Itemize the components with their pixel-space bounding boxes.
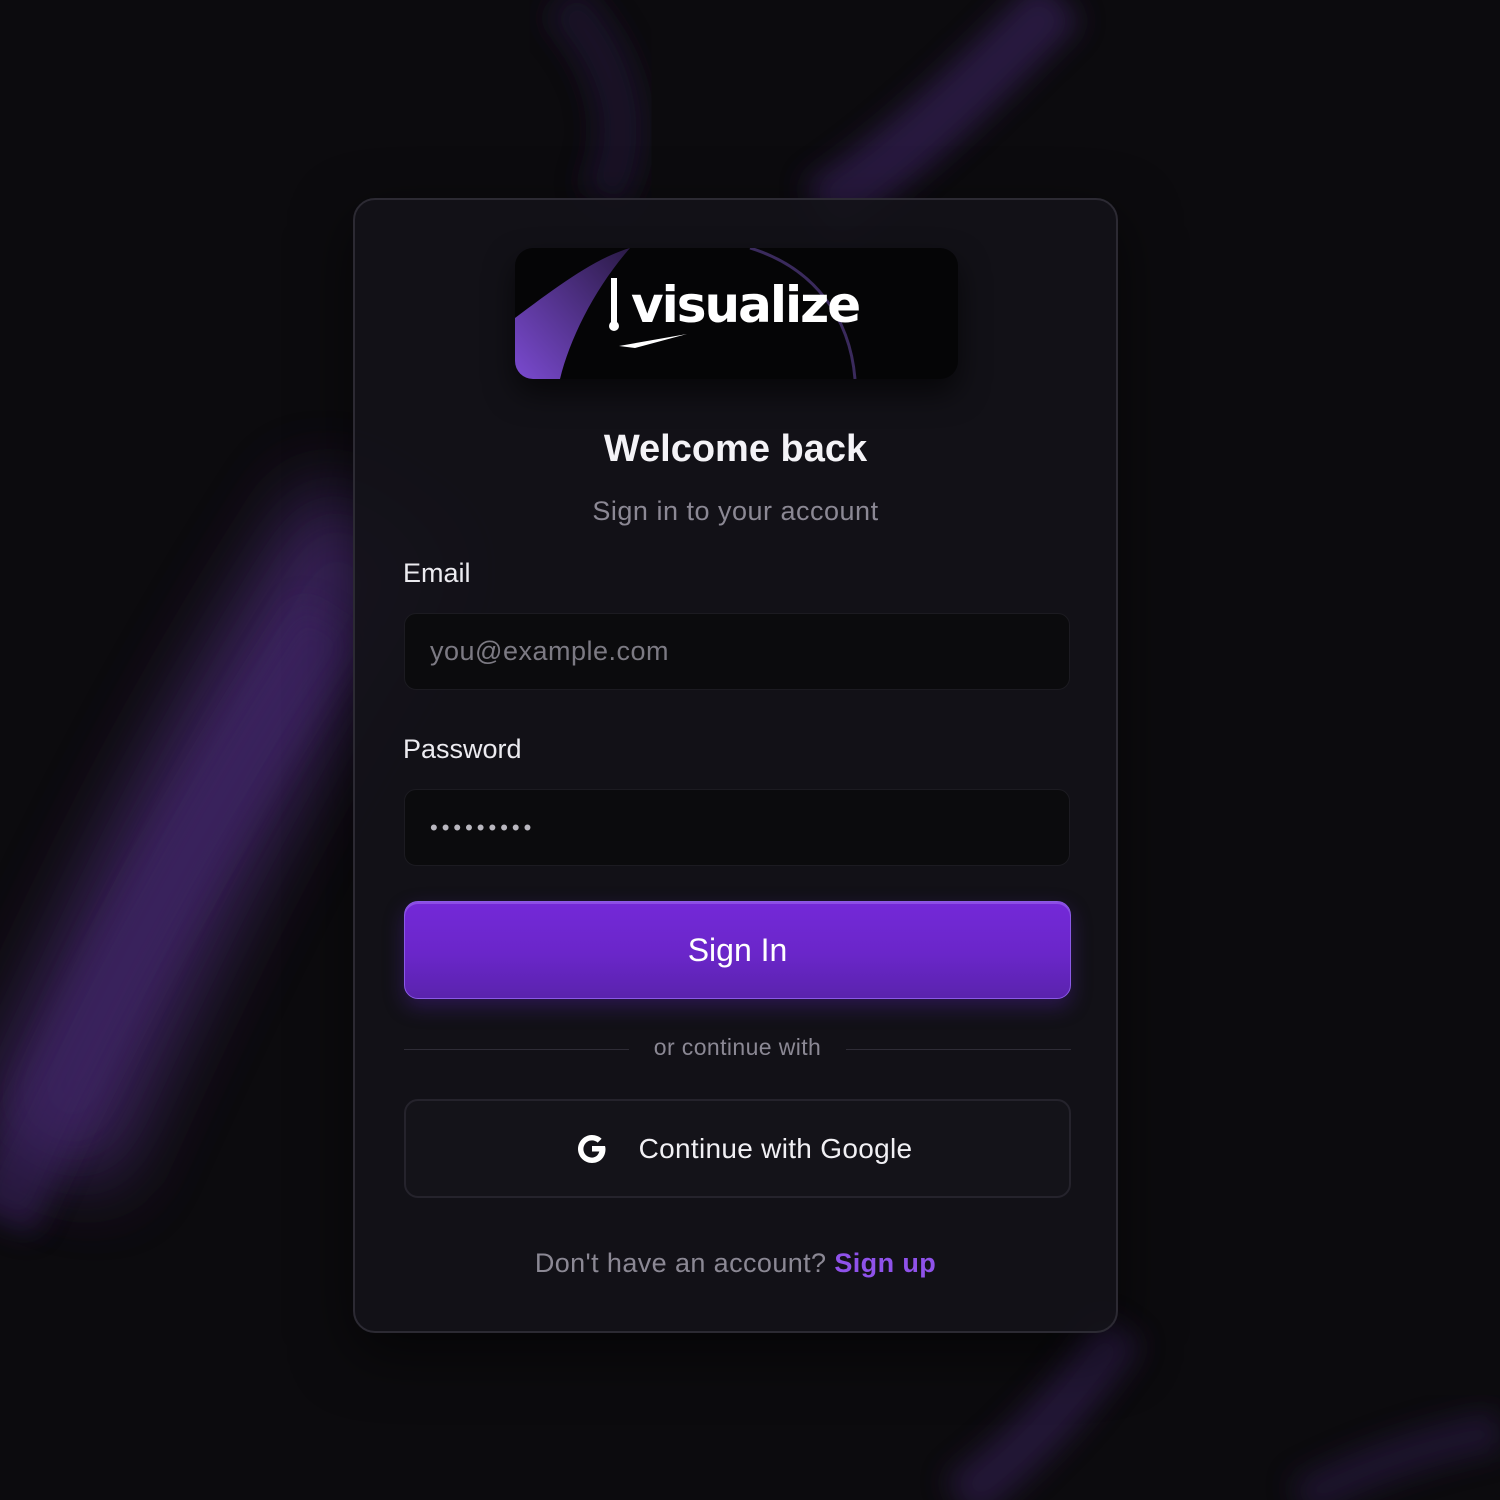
or-divider: or continue with	[404, 1034, 1071, 1064]
password-label: Password	[403, 734, 522, 764]
google-button-label: Continue with Google	[638, 1132, 913, 1164]
sign-in-button-label: Sign In	[687, 931, 788, 968]
password-field[interactable]	[404, 789, 1070, 866]
sign-in-button[interactable]: Sign In	[404, 901, 1071, 999]
brand-logo: visualize	[515, 248, 958, 379]
signin-card: visualize Welcome back Sign in to your a…	[353, 198, 1118, 1333]
google-g-icon	[577, 1134, 606, 1163]
logo-wordmark: visualize	[631, 276, 861, 334]
divider-text: or continue with	[653, 1034, 822, 1060]
signup-prompt: Don't have an account? Sign up	[355, 1248, 1116, 1279]
page-subtitle: Sign in to your account	[592, 496, 879, 526]
email-field[interactable]	[404, 613, 1070, 690]
sign-up-link[interactable]: Sign up	[834, 1248, 936, 1278]
page-title: Welcome back	[603, 428, 868, 470]
signup-prompt-text: Don't have an account?	[534, 1248, 827, 1278]
email-label: Email	[403, 558, 471, 588]
continue-with-google-button[interactable]: Continue with Google	[404, 1099, 1071, 1198]
